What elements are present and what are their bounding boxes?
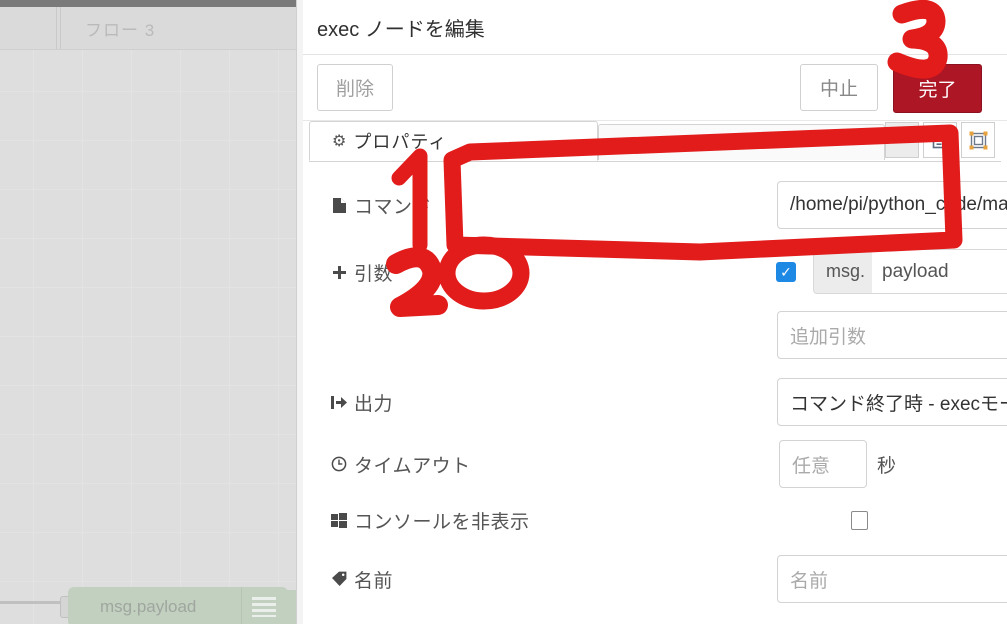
tag-icon [329, 571, 349, 587]
args-label: 引数 [329, 259, 499, 286]
file-icon [329, 197, 349, 214]
sign-out-icon [329, 395, 349, 410]
hide-console-row: コンソールを非表示 [303, 505, 1007, 535]
output-row: 出力 コマンド終了時 - execモード ▾ [303, 378, 1007, 426]
output-select[interactable]: コマンド終了時 - execモード ▾ [777, 378, 1007, 426]
node-edit-panel: exec ノードを編集 削除 中止 完了 ⚙ プロパティ コマンド /home/… [303, 0, 1007, 624]
delete-button[interactable]: 削除 [317, 64, 393, 111]
extra-args-placeholder: 追加引数 [790, 326, 867, 348]
name-placeholder: 名前 [790, 570, 829, 592]
name-label-text: 名前 [354, 570, 394, 592]
name-input[interactable]: 名前 [777, 555, 1007, 603]
panel-tab-strip: ⚙ プロパティ [309, 121, 1001, 162]
output-select-value: コマンド終了時 - execモード [790, 393, 1007, 415]
name-row: 名前 名前 [303, 555, 1007, 603]
tab-properties-label: プロパティ [353, 132, 448, 152]
tab-properties[interactable]: ⚙ プロパティ [309, 121, 598, 161]
args-label-text: 引数 [354, 263, 394, 285]
hide-console-label: コンソールを非表示 [329, 507, 530, 534]
timeout-label-text: タイムアウト [354, 455, 471, 477]
timeout-unit-label: 秒 [877, 455, 897, 477]
timeout-label: タイムアウト [329, 451, 489, 478]
panel-toolbar: 削除 中止 完了 [303, 55, 1007, 121]
timeout-input[interactable]: 任意 [779, 440, 867, 488]
done-button[interactable]: 完了 [893, 64, 982, 113]
node-appearance-icon[interactable] [885, 122, 919, 158]
msg-property-value: payload [882, 260, 949, 282]
hide-console-checkbox[interactable] [851, 511, 868, 530]
extra-args-input[interactable]: 追加引数 [777, 311, 1007, 359]
panel-header: exec ノードを編集 [303, 0, 1007, 55]
command-row: コマンド /home/pi/python_code/magic_packet_t… [303, 180, 1007, 230]
clock-icon [329, 456, 349, 472]
plus-icon [329, 265, 349, 280]
command-label: コマンド [329, 192, 499, 219]
msg-property-field[interactable]: msg. payload [813, 249, 1007, 294]
editor-dim-overlay [0, 0, 296, 624]
output-label-text: 出力 [354, 393, 394, 415]
output-label: 出力 [329, 389, 499, 416]
cancel-button[interactable]: 中止 [800, 64, 878, 111]
name-label: 名前 [329, 566, 499, 593]
append-msg-checkbox[interactable]: ✓ [776, 262, 796, 282]
window-icon [329, 512, 349, 528]
timeout-row: タイムアウト 任意 秒 [303, 440, 1007, 488]
flow-editor: フロー 3 msg.payload [0, 0, 296, 624]
hide-console-label-text: コンソールを非表示 [354, 511, 530, 533]
expand-icon[interactable] [961, 122, 995, 158]
msg-prefix-label: msg. [814, 250, 873, 293]
timeout-placeholder: 任意 [792, 455, 831, 477]
description-icon[interactable] [923, 122, 957, 158]
check-icon: ✓ [780, 263, 792, 280]
tab-strip-filler [598, 124, 885, 160]
command-input[interactable]: /home/pi/python_code/magic_packet_to_hp.… [777, 181, 1007, 229]
command-input-value: /home/pi/python_code/magic_packet_to_hp.… [790, 194, 1007, 215]
gear-icon: ⚙ [332, 133, 347, 150]
command-label-text: コマンド [354, 196, 433, 218]
page-title: exec ノードを編集 [317, 18, 485, 41]
